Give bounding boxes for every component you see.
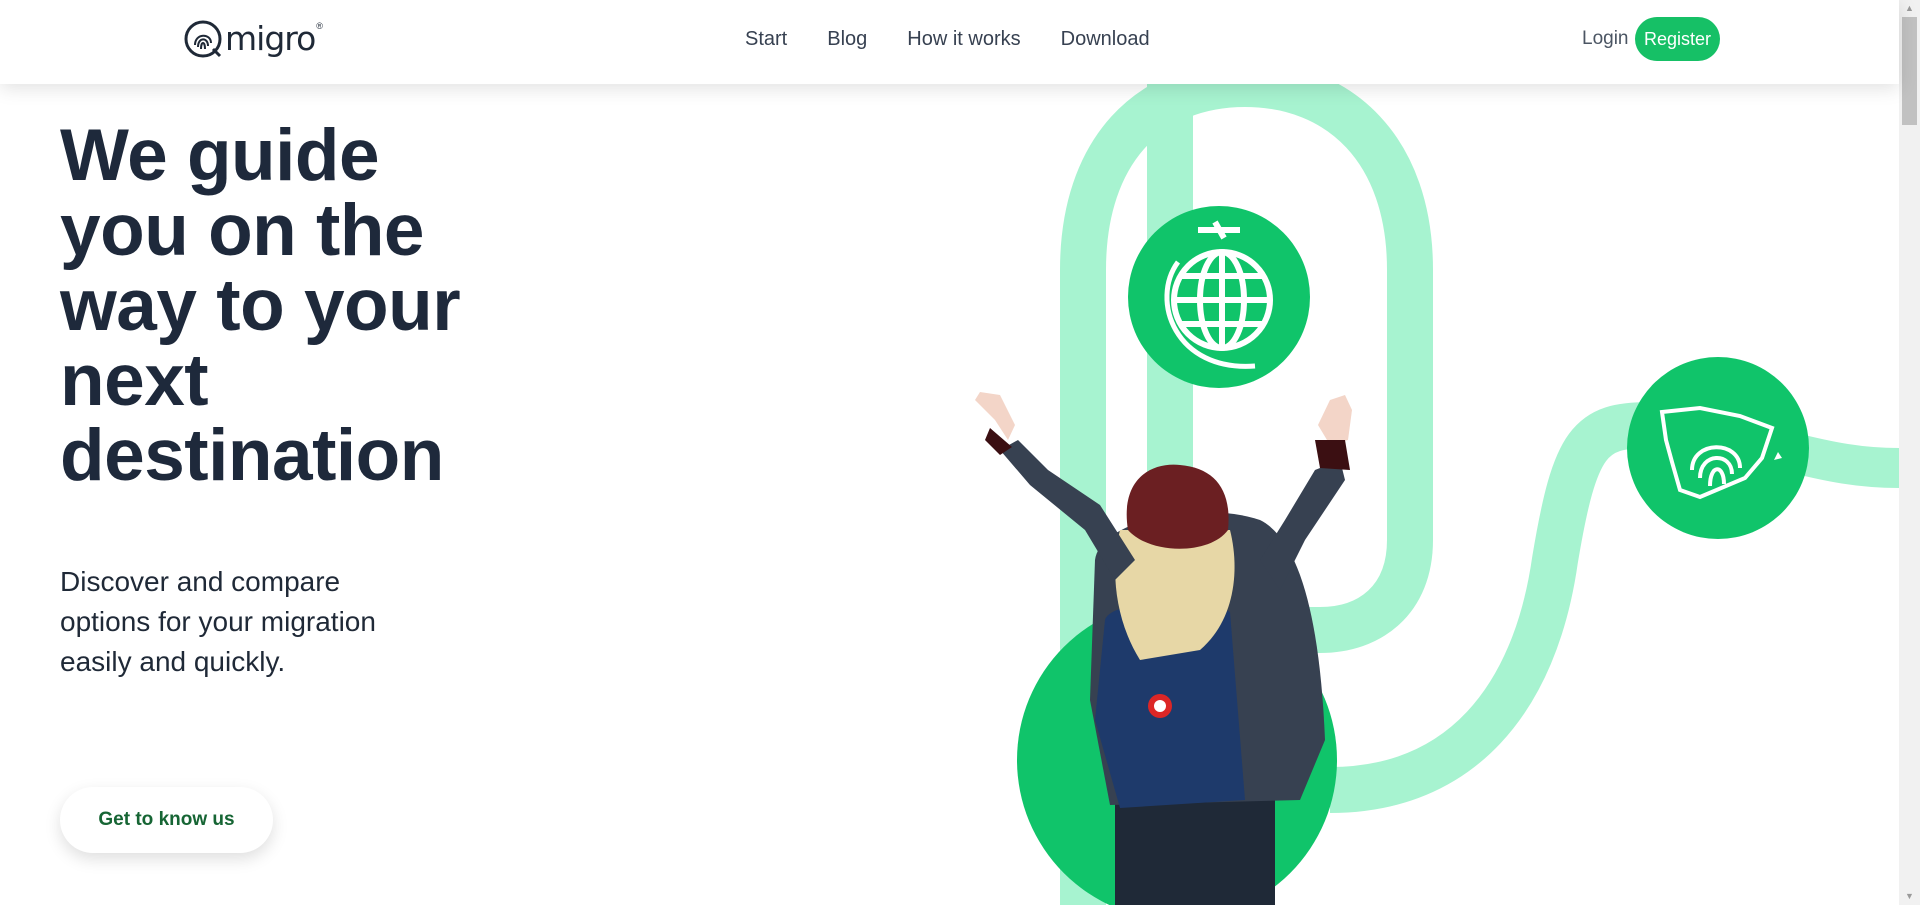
nav-start[interactable]: Start	[745, 26, 787, 52]
hero-illustration	[900, 84, 1899, 905]
page-scrollbar[interactable]: ▲ ▼	[1899, 0, 1920, 905]
fingerprint-logo-icon	[184, 20, 222, 58]
scroll-up-arrow-icon[interactable]: ▲	[1899, 0, 1920, 17]
get-to-know-us-button[interactable]: Get to know us	[60, 787, 273, 853]
login-link[interactable]: Login	[1582, 27, 1629, 51]
hero-title: We guide you on the way to your next des…	[60, 115, 461, 496]
site-header: migro ® Start Blog How it works Download…	[0, 0, 1899, 84]
main-nav: Start Blog How it works Download	[745, 26, 1190, 52]
scroll-thumb[interactable]	[1902, 17, 1917, 125]
logo-registered-mark: ®	[316, 21, 323, 31]
scroll-down-arrow-icon[interactable]: ▼	[1899, 888, 1920, 905]
nav-how-it-works[interactable]: How it works	[907, 26, 1020, 52]
logo-text: migro	[225, 19, 316, 58]
nav-blog[interactable]: Blog	[827, 26, 867, 52]
nav-download[interactable]: Download	[1061, 26, 1150, 52]
logo-link[interactable]: migro ®	[183, 17, 323, 61]
path-illustration	[975, 84, 1899, 905]
hero-subtitle: Discover and compare options for your mi…	[60, 566, 376, 677]
register-button[interactable]: Register	[1635, 17, 1720, 61]
